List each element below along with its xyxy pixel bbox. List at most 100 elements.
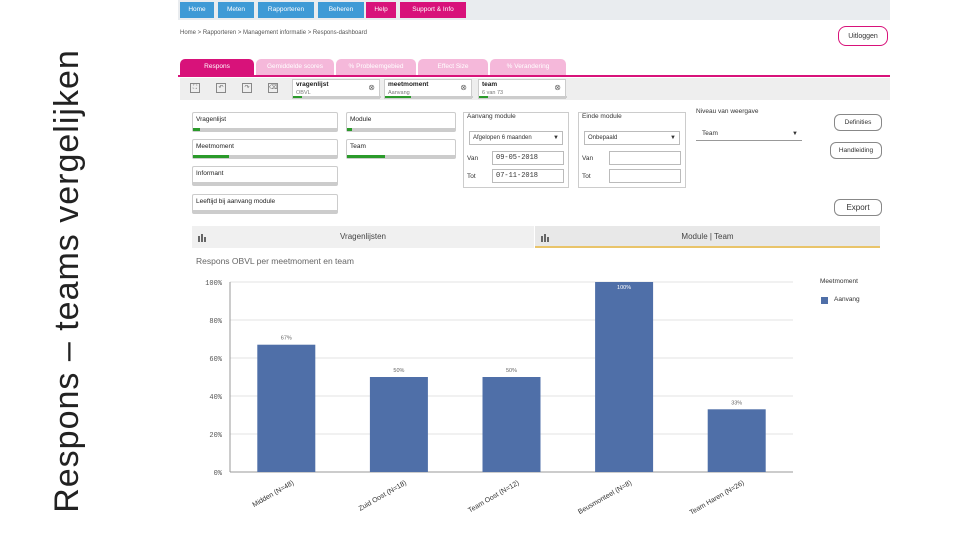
aanvang-van-input[interactable]: 09-05-2018 [492,151,564,165]
chip-label: team [482,81,498,88]
select-value: Onbepaald [588,135,618,141]
clear-filter-icon[interactable]: ⊗ [554,83,561,92]
chip-label: meetmoment [388,81,429,88]
y-tick-label: 60% [209,356,222,364]
filter-team[interactable]: Team [346,139,456,159]
legend-swatch [821,297,828,304]
filter-chip-team[interactable]: team 6 van 73 ⊗ [478,79,567,99]
tab-effect-size[interactable]: Effect Size [418,59,488,75]
filter-label: Leeftijd bij aanvang module [196,198,276,205]
filter-track [193,182,337,185]
nav-rapporteren[interactable]: Rapporteren [258,2,314,18]
nav-beheren[interactable]: Beheren [318,2,364,18]
bar [707,409,766,472]
tab-respons[interactable]: Respons [180,59,254,75]
tab-probleemgebied[interactable]: % Probleemgebied [336,59,416,75]
chip-progress-fill [293,96,302,98]
filter-leeftijd[interactable]: Leeftijd bij aanvang module [192,194,338,214]
clear-all-icon[interactable]: ⌫ [268,83,278,93]
bar [482,377,541,472]
chip-progress-track [479,96,567,98]
x-tick-label: Midden (N=48) [252,480,296,509]
clear-filter-icon[interactable]: ⊗ [368,83,375,92]
bar-chart: 0% 20% 40% 60% 80% 100% 67% Midden (N=48) 50% Zui… [205,280,793,517]
x-tick-label: Team Haren (N=26) [689,480,746,517]
filter-informant[interactable]: Informant [192,166,338,186]
data-label: 33% [731,400,742,406]
nav-support-info[interactable]: Support & Info [400,2,466,18]
chevron-down-icon: ▼ [553,135,559,141]
y-tick-label: 0% [214,470,223,478]
data-label: 50% [393,368,404,374]
data-label: 100% [617,285,631,291]
panel-tab-module-team[interactable]: Module | Team [535,226,880,248]
chevron-down-icon: ▼ [670,135,676,141]
chip-progress-fill [479,96,488,98]
filter-meetmoment[interactable]: Meetmoment [192,139,338,159]
nav-home[interactable]: Home [180,2,214,18]
nav-help[interactable]: Help [366,2,396,18]
chip-progress-track [293,96,381,98]
tab-verandering[interactable]: % Verandering [490,59,566,75]
legend-title: Meetmoment [820,278,858,285]
van-label: Van [467,155,479,162]
filter-track [347,128,455,131]
group-label: Aanvang module [467,113,516,120]
filter-chip-meetmoment[interactable]: meetmoment Aanvang ⊗ [384,79,473,99]
group-label: Einde module [582,113,622,120]
clear-filter-icon[interactable]: ⊗ [460,83,467,92]
breadcrumb: Home > Rapporteren > Management informat… [180,30,367,36]
einde-module-group: Einde module Onbepaald ▼ Van Tot [578,112,686,188]
tot-label: Tot [467,173,476,180]
bar [369,377,428,472]
handleiding-button[interactable]: Handleiding [830,142,882,159]
filter-label: Meetmoment [196,143,234,150]
data-label: 50% [506,368,517,374]
tab-gemiddelde-scores[interactable]: Gemiddelde scores [256,59,334,75]
einde-tot-input[interactable] [609,169,681,183]
logout-button[interactable]: Uitloggen [838,26,888,46]
aanvang-tot-input[interactable]: 07-11-2018 [492,169,564,183]
aanvang-module-group: Aanvang module Afgelopen 6 maanden ▼ Van… [463,112,569,188]
filter-module[interactable]: Module [346,112,456,132]
tot-label: Tot [582,173,591,180]
select-value: Team [702,130,718,137]
panel-label: Vragenlijsten [340,232,386,241]
filter-track [193,210,337,213]
niveau-select[interactable]: Team ▼ [696,127,802,141]
einde-van-input[interactable] [609,151,681,165]
export-button[interactable]: Export [834,199,882,216]
slide-title: Respons – teams vergelijken [0,0,175,540]
chip-progress-fill [385,96,411,98]
filter-fill [347,155,385,158]
nav-meten[interactable]: Meten [218,2,254,18]
filter-fill [347,128,353,131]
back-icon[interactable]: ↶ [216,83,226,93]
x-tick-label: Zuid Oost (N=18) [358,480,408,513]
y-tick-label: 40% [209,394,222,402]
bar [595,282,654,472]
top-navigation: Home Meten Rapporteren Beheren Help Supp… [178,0,890,20]
x-tick-label: Beusmonteel (N=8) [577,480,633,516]
legend-label: Aanvang [834,296,860,303]
einde-period-select[interactable]: Onbepaald ▼ [584,131,680,145]
filter-vragenlijst[interactable]: Vragenlijst [192,112,338,132]
aanvang-period-select[interactable]: Afgelopen 6 maanden ▼ [469,131,563,145]
forward-icon[interactable]: ↷ [242,83,252,93]
bar [257,344,316,472]
tab-underline [178,75,890,77]
y-tick-label: 20% [209,432,222,440]
app-window: Home Meten Rapporteren Beheren Help Supp… [178,0,890,540]
select-value: Afgelopen 6 maanden [473,135,532,141]
definities-button[interactable]: Definities [834,114,882,131]
x-tick-label: Team Oost (N=12) [467,480,520,515]
filter-label: Informant [196,170,224,177]
panel-tab-vragenlijsten[interactable]: Vragenlijsten [192,226,534,248]
selection-icon[interactable]: ⛶ [190,83,200,93]
filter-label: Module [350,116,372,123]
slide-title-text: Respons – teams vergelijken [48,49,86,513]
filter-chip-vragenlijst[interactable]: vragenlijst OBVL ⊗ [292,79,381,99]
data-label: 67% [281,336,292,342]
chevron-down-icon: ▼ [792,131,798,137]
filter-fill [193,155,229,158]
